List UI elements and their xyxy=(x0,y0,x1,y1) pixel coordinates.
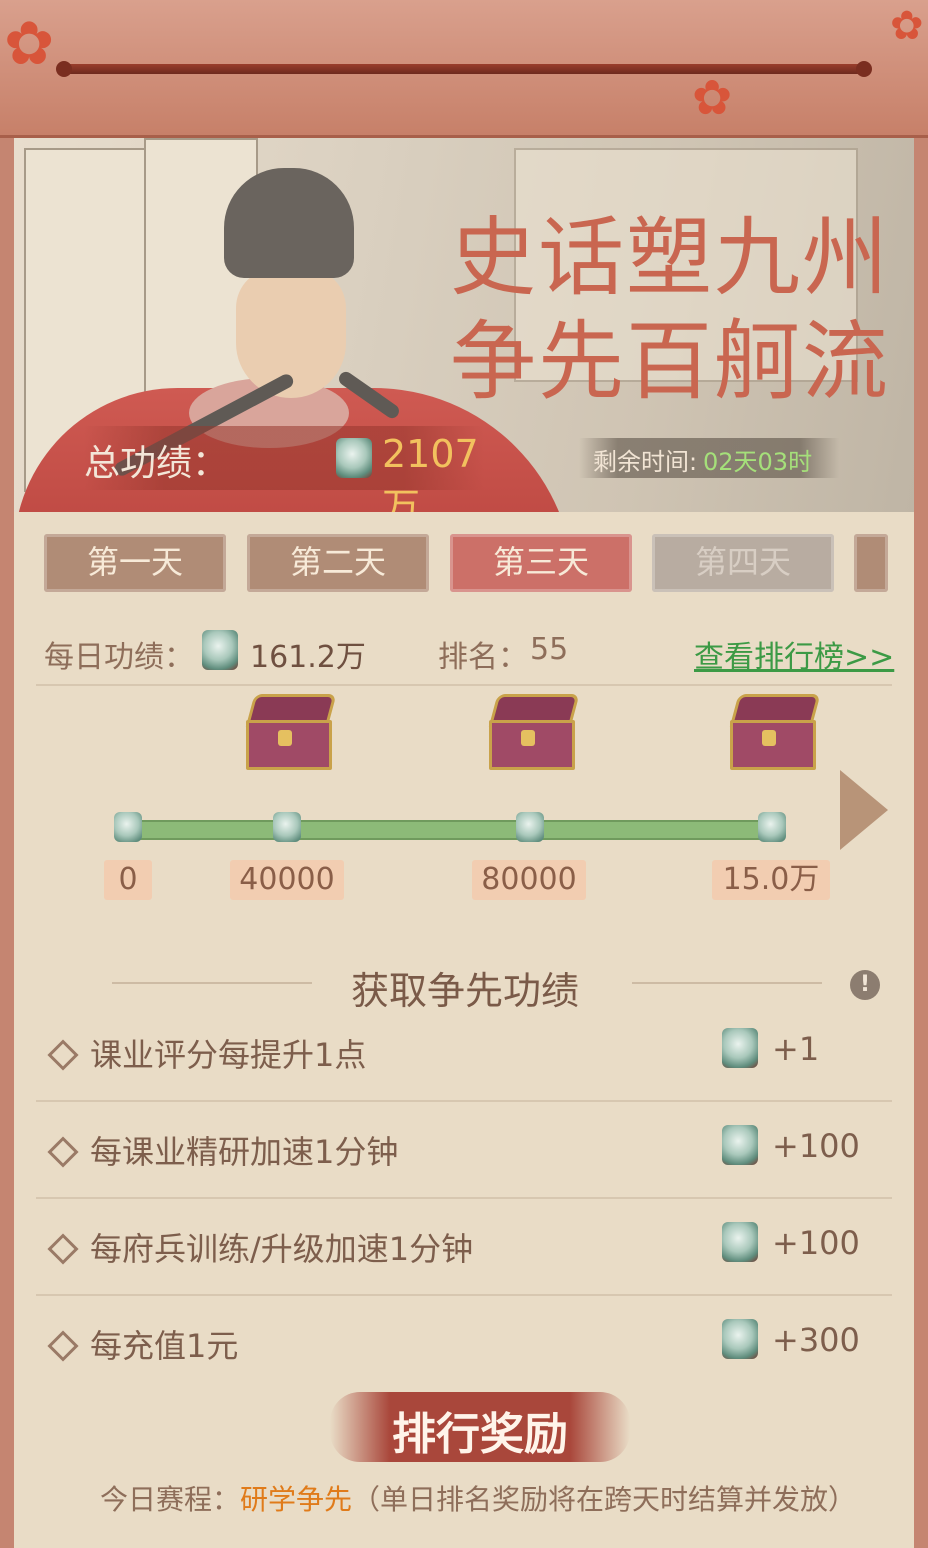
help-icon[interactable]: ! xyxy=(850,970,880,1000)
today-schedule: 今日赛程：研学争先（单日排名奖励将在跨天时结算并发放） xyxy=(100,1478,856,1518)
rank-label: 排名： xyxy=(438,640,528,675)
diamond-bullet-icon xyxy=(47,1136,79,1168)
maple-leaf-icon: ✿ xyxy=(692,70,733,126)
next-arrow-icon[interactable] xyxy=(840,770,888,850)
merit-coin-icon xyxy=(722,1222,758,1262)
reward-chest-icon[interactable] xyxy=(729,694,821,770)
total-merit-label: 总功绩： xyxy=(84,443,229,484)
section-divider xyxy=(112,982,312,984)
progress-node-icon xyxy=(758,812,786,842)
earn-item-value: +100 xyxy=(772,1127,860,1165)
reward-chest-icon[interactable] xyxy=(245,694,337,770)
merit-coin-icon xyxy=(722,1125,758,1165)
merit-coin-icon xyxy=(722,1028,758,1068)
scroll-rod xyxy=(56,61,872,77)
earn-item-text: 每课业精研加速1分钟 xyxy=(90,1133,399,1171)
title-line-2: 争先百舸流 xyxy=(450,312,890,412)
total-merit: 总功绩： 2107万 xyxy=(84,426,484,512)
rank-value: 55 xyxy=(530,632,569,667)
tab-day-2[interactable]: 第二天 xyxy=(247,534,429,592)
diamond-bullet-icon xyxy=(47,1330,79,1362)
merit-coin-icon xyxy=(202,630,238,670)
earn-item-text: 课业评分每提升1点 xyxy=(90,1036,367,1074)
daily-merit-label: 每日功绩： xyxy=(44,640,194,675)
earn-item-value: +300 xyxy=(772,1321,860,1359)
divider xyxy=(36,1100,892,1102)
divider xyxy=(36,684,892,686)
scroll-top-roller: ✿ ✿ ✿ xyxy=(0,0,928,138)
earn-item: 每充值1元 +300 xyxy=(36,1297,892,1393)
reward-chest-icon[interactable] xyxy=(488,694,580,770)
section-divider xyxy=(632,982,822,984)
earn-item-text: 每府兵训练/升级加速1分钟 xyxy=(90,1230,474,1268)
scholar-hat xyxy=(224,168,354,278)
diamond-bullet-icon xyxy=(47,1233,79,1265)
view-leaderboard-link[interactable]: 查看排行榜>> xyxy=(694,632,894,676)
earn-item: 每课业精研加速1分钟 +100 xyxy=(36,1103,892,1199)
remaining-time-label: 剩余时间: xyxy=(593,448,698,476)
diamond-bullet-icon xyxy=(47,1039,79,1071)
maple-leaf-icon: ✿ xyxy=(890,3,924,49)
schedule-note: （单日排名奖励将在跨天时结算并发放） xyxy=(352,1483,857,1516)
merit-coin-icon xyxy=(722,1319,758,1359)
rank-reward-title: 排行奖励 xyxy=(392,1409,568,1460)
divider xyxy=(36,1197,892,1199)
milestone-label: 15.0万 xyxy=(712,860,830,900)
earn-item-text: 每充值1元 xyxy=(90,1327,239,1365)
milestone-progress-bar xyxy=(122,820,776,840)
schedule-highlight: 研学争先 xyxy=(240,1483,353,1516)
total-merit-value: 2107万 xyxy=(382,432,479,512)
merit-coin-icon xyxy=(336,438,372,478)
tab-day-1[interactable]: 第一天 xyxy=(44,534,226,592)
maple-leaf-icon: ✿ xyxy=(4,9,55,79)
remaining-time-value: 02天03时 xyxy=(703,448,813,476)
earn-item-value: +100 xyxy=(772,1224,860,1262)
tab-day-4[interactable]: 第四天 xyxy=(652,534,834,592)
earn-item: 课业评分每提升1点 +1 xyxy=(36,1006,892,1102)
milestone-label: 40000 xyxy=(230,860,344,900)
progress-node-icon xyxy=(114,812,142,842)
earn-item: 每府兵训练/升级加速1分钟 +100 xyxy=(36,1200,892,1296)
title-line-1: 史话塑九州 xyxy=(450,208,890,308)
daily-merit-row: 每日功绩： 161.2万 排名： 55 查看排行榜>> xyxy=(44,628,894,676)
remaining-time: 剩余时间: 02天03时 xyxy=(579,438,839,478)
milestone-label: 0 xyxy=(104,860,152,900)
earn-item-value: +1 xyxy=(772,1030,820,1068)
progress-node-icon xyxy=(273,812,301,842)
tab-day-5-partial[interactable] xyxy=(854,534,888,592)
event-banner: 史话塑九州 争先百舸流 总功绩： 2107万 剩余时间: 02天03时 xyxy=(14,138,914,512)
divider xyxy=(36,1294,892,1296)
tab-day-3[interactable]: 第三天 xyxy=(450,534,632,592)
schedule-label: 今日赛程： xyxy=(100,1483,241,1516)
event-title: 史话塑九州 争先百舸流 xyxy=(450,206,890,414)
milestone-label: 80000 xyxy=(472,860,586,900)
daily-merit-value: 161.2万 xyxy=(250,640,366,675)
progress-node-icon xyxy=(516,812,544,842)
